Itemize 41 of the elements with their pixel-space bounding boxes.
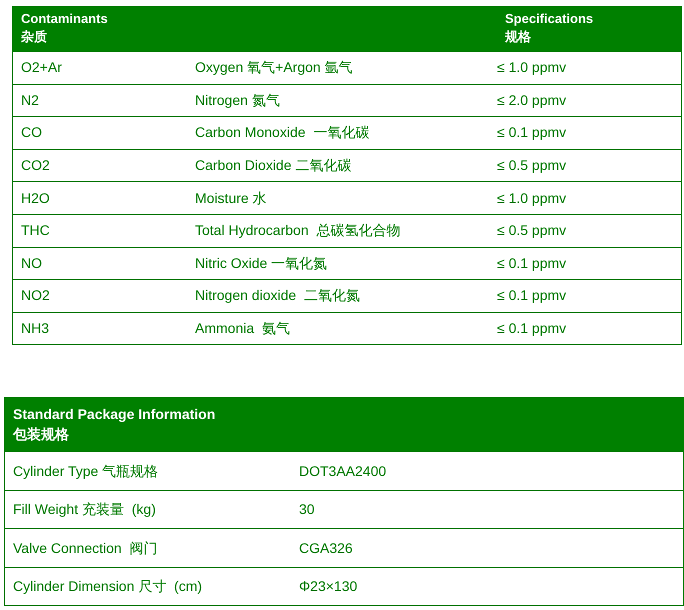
- table-cell: NO2: [21, 287, 50, 304]
- table-cell: O2+Ar: [21, 59, 62, 76]
- table-cell: ≤ 0.1 ppmv: [497, 254, 566, 271]
- table-cell: CO: [21, 124, 42, 140]
- table-cell: Nitric Oxide 一氧化氮: [195, 254, 328, 271]
- column-header: Specifications: [505, 10, 594, 28]
- table-cell: Carbon Dioxide 二氧化碳: [195, 157, 352, 174]
- table-cell: ≤ 0.1 ppmv: [497, 320, 566, 336]
- table-cell: Valve Connection 阀门: [13, 540, 158, 556]
- table-cell: NO: [21, 254, 42, 271]
- table-cell: Cylinder Dimension 尺寸 (cm): [13, 578, 202, 594]
- table-cell: Cylinder Type 气瓶规格: [13, 462, 158, 479]
- column-header: Contaminants: [21, 10, 108, 28]
- table-cell: DOT3AA2400: [299, 462, 386, 479]
- table-cell: CO2: [21, 157, 50, 174]
- table-cell: 30: [299, 501, 315, 518]
- table-cell: Moisture 水: [195, 190, 267, 206]
- table-cell: Carbon Monoxide 一氧化碳: [195, 124, 370, 140]
- table-cell: Ammonia 氨气: [195, 320, 290, 336]
- column-header: 规格: [505, 28, 531, 46]
- table-cell: ≤ 2.0 ppmv: [497, 92, 566, 108]
- table-cell: NH3: [21, 320, 50, 336]
- table-cell: ≤ 1.0 ppmv: [497, 190, 566, 206]
- table-cell: N2: [21, 92, 39, 108]
- column-header: 杂质: [21, 28, 47, 46]
- table-cell: Φ23×130: [299, 578, 358, 594]
- table-cell: Nitrogen 氮气: [195, 92, 280, 108]
- table-cell: CGA326: [299, 540, 353, 556]
- table-cell: Nitrogen dioxide 二氧化氮: [195, 287, 360, 304]
- table-cell: Oxygen 氧气+Argon 氩气: [195, 59, 353, 76]
- table-cell: ≤ 1.0 ppmv: [497, 59, 566, 76]
- table-cell: THC: [21, 222, 50, 238]
- table-title: 包装规格: [13, 425, 69, 444]
- table-cell: H2O: [21, 190, 50, 206]
- table-cell: Fill Weight 充装量 (kg): [13, 501, 156, 518]
- table-cell: Total Hydrocarbon 总碳氢化合物: [195, 222, 400, 238]
- table-cell: ≤ 0.1 ppmv: [497, 287, 566, 304]
- table-title: Standard Package Information: [13, 405, 216, 424]
- table-cell: ≤ 0.1 ppmv: [497, 124, 566, 140]
- table-cell: ≤ 0.5 ppmv: [497, 157, 566, 174]
- table-cell: ≤ 0.5 ppmv: [497, 222, 566, 238]
